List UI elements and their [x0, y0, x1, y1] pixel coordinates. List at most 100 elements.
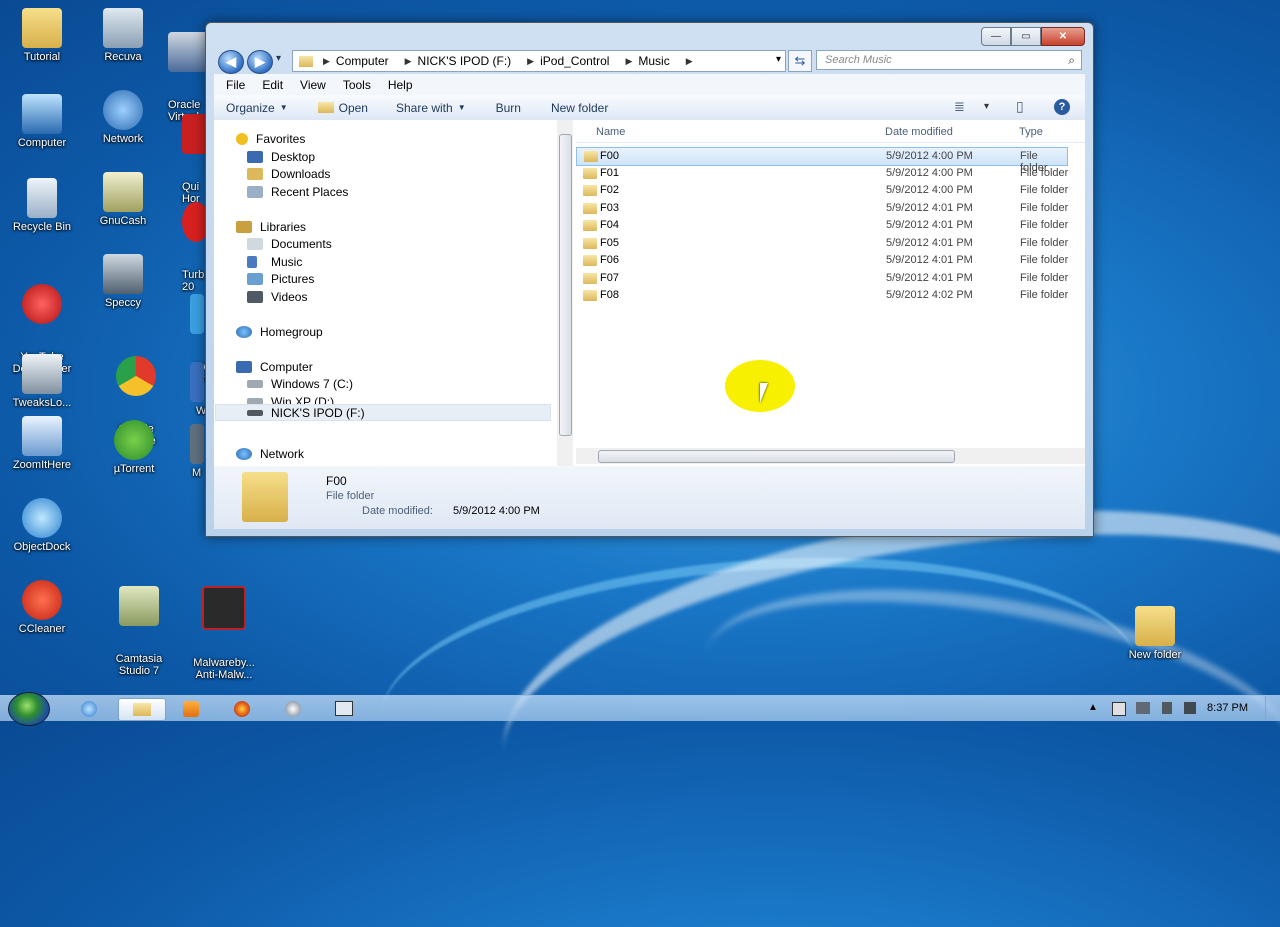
nav-network[interactable]: Network [236, 447, 304, 461]
address-dropdown-button[interactable]: ▾ [776, 54, 781, 65]
organize-button[interactable]: Organize ▼ [226, 101, 288, 115]
desktop-icon-computer[interactable]: Computer [3, 94, 81, 149]
volume-icon[interactable] [1184, 702, 1196, 714]
nav-computer[interactable]: Computer [236, 360, 313, 374]
desktop-icon-ccleaner[interactable]: CCleaner [3, 580, 81, 635]
file-row[interactable]: F05 5/9/2012 4:01 PM File folder [576, 235, 1085, 252]
file-row[interactable]: F07 5/9/2012 4:01 PM File folder [576, 270, 1085, 287]
nav-downloads[interactable]: Downloads [247, 167, 330, 181]
open-button[interactable]: Open [317, 101, 368, 115]
desktop-icon-w[interactable]: W [180, 362, 206, 417]
file-row[interactable]: F08 5/9/2012 4:02 PM File folder [576, 287, 1085, 304]
speccy-icon [103, 254, 143, 294]
network-status-icon[interactable] [1136, 702, 1150, 714]
desktop-icon-recycle-bin[interactable]: Recycle Bin [3, 178, 81, 233]
desktop-icon-objectdock[interactable]: ObjectDock [3, 498, 81, 553]
menu-help[interactable]: Help [388, 78, 413, 92]
new-folder-button[interactable]: New folder [551, 101, 608, 115]
flag-icon[interactable] [1112, 702, 1126, 716]
address-bar[interactable]: ▶ Computer ▶ NICK'S IPOD (F:) ▶ iPod_Con… [292, 50, 786, 72]
menu-edit[interactable]: Edit [262, 78, 283, 92]
taskbar-media-player[interactable] [168, 698, 214, 719]
file-row[interactable]: F00 5/9/2012 4:00 PM File folder [576, 147, 1068, 174]
change-view-icon[interactable]: ≣ [954, 99, 965, 115]
show-desktop-button[interactable] [1265, 696, 1280, 721]
file-row[interactable]: F02 5/9/2012 4:00 PM File folder [576, 182, 1085, 199]
taskbar-internet-explorer[interactable] [66, 698, 112, 719]
chevron-right-icon[interactable]: ▶ [527, 56, 534, 67]
nav-videos[interactable]: Videos [247, 290, 307, 304]
taskbar-itunes[interactable] [270, 698, 316, 719]
navigation-pane-scrollbar[interactable] [557, 120, 573, 466]
desktop-icon-malwarebytes[interactable]: Malwareby... Anti-Malw... [182, 562, 266, 693]
desktop-icon-zoomithere[interactable]: ZoomItHere [3, 416, 81, 471]
search-icon[interactable]: ⌕ [1068, 53, 1075, 68]
close-button[interactable]: ✕ [1041, 27, 1085, 46]
taskbar-windows-explorer[interactable] [118, 698, 166, 721]
nav-drive-f[interactable]: NICK'S IPOD (F:) [215, 404, 551, 421]
menu-file[interactable]: File [226, 78, 245, 92]
desktop-icon-new-folder[interactable]: New folder [1116, 606, 1194, 661]
breadcrumb-computer[interactable]: Computer [336, 54, 389, 68]
share-with-button[interactable]: Share with ▼ [396, 101, 466, 115]
nav-pictures[interactable]: Pictures [247, 272, 314, 286]
chevron-right-icon[interactable]: ▶ [625, 56, 632, 67]
view-options-button[interactable]: ▾ [984, 101, 989, 112]
taskbar-firefox[interactable] [219, 698, 265, 719]
file-row[interactable]: F03 5/9/2012 4:01 PM File folder [576, 200, 1085, 217]
nav-drive-c[interactable]: Windows 7 (C:) [247, 377, 353, 391]
chevron-right-icon[interactable]: ▶ [686, 56, 693, 67]
show-hidden-icons-icon[interactable]: ▲ [1088, 702, 1098, 713]
nav-recent-places[interactable]: Recent Places [247, 185, 348, 199]
help-icon[interactable]: ? [1054, 99, 1070, 115]
desktop-icon-m[interactable]: M [180, 424, 206, 479]
column-name[interactable]: Name [596, 126, 625, 138]
desktop-icon-label: TweaksLo... [12, 397, 72, 409]
desktop-icon-camtasia[interactable]: Camtasia Studio 7 [100, 562, 178, 689]
explorer-window[interactable]: — ▭ ✕ ◀ ▶ ▾ ▶ Computer ▶ NICK'S IPOD (F:… [205, 22, 1094, 537]
device-icon[interactable] [1162, 702, 1172, 714]
file-row[interactable]: F06 5/9/2012 4:01 PM File folder [576, 252, 1085, 269]
recent-pages-button[interactable]: ▾ [276, 53, 281, 64]
file-type: File folder [1020, 289, 1069, 301]
desktop-icon-label: Camtasia Studio 7 [115, 653, 163, 677]
burn-button[interactable]: Burn [496, 101, 521, 115]
search-input[interactable]: Search Music ⌕ [816, 50, 1082, 70]
nav-homegroup[interactable]: Homegroup [236, 325, 323, 339]
breadcrumb-ipod-control[interactable]: iPod_Control [540, 54, 609, 68]
start-button[interactable] [8, 692, 50, 726]
menu-tools[interactable]: Tools [343, 78, 371, 92]
menu-view[interactable]: View [300, 78, 326, 92]
preview-pane-icon[interactable]: ▯ [1016, 98, 1024, 115]
desktop-icon-utorrent[interactable]: µTorrent [95, 420, 173, 475]
back-button[interactable]: ◀ [218, 50, 244, 74]
file-list-horizontal-scrollbar[interactable] [576, 448, 1085, 464]
file-row[interactable]: F01 5/9/2012 4:00 PM File folder [576, 165, 1085, 182]
desktop-icon-tweaks[interactable]: TweaksLo... [3, 354, 81, 409]
breadcrumb-drive[interactable]: NICK'S IPOD (F:) [418, 54, 512, 68]
file-row[interactable]: F04 5/9/2012 4:01 PM File folder [576, 217, 1085, 234]
desktop-icon-network[interactable]: Network [84, 90, 162, 145]
chevron-right-icon[interactable]: ▶ [323, 56, 330, 67]
breadcrumb-music[interactable]: Music [638, 54, 669, 68]
nav-documents[interactable]: Documents [247, 237, 332, 251]
chevron-right-icon[interactable]: ▶ [405, 56, 412, 67]
taskbar-app[interactable] [321, 698, 367, 719]
desktop-icon-gnucash[interactable]: GnuCash [84, 172, 162, 227]
desktop-icon-tutorial[interactable]: Tutorial [3, 8, 81, 63]
nav-music[interactable]: Music [247, 255, 302, 269]
taskbar-clock[interactable]: 8:37 PM [1207, 702, 1248, 714]
scrollbar-thumb[interactable] [598, 450, 955, 463]
scrollbar-thumb[interactable] [559, 134, 572, 436]
refresh-button[interactable]: ⇆ [788, 50, 812, 72]
desktop-icon-speccy[interactable]: Speccy [84, 254, 162, 309]
desktop-icon-recuva[interactable]: Recuva [84, 8, 162, 63]
nav-libraries[interactable]: Libraries [236, 220, 306, 234]
nav-desktop[interactable]: Desktop [247, 150, 315, 164]
column-date-modified[interactable]: Date modified [885, 126, 953, 138]
forward-button[interactable]: ▶ [247, 50, 273, 74]
minimize-button[interactable]: — [981, 27, 1011, 46]
maximize-button[interactable]: ▭ [1011, 27, 1041, 46]
nav-favorites[interactable]: Favorites [236, 132, 305, 146]
column-type[interactable]: Type [1019, 126, 1043, 138]
